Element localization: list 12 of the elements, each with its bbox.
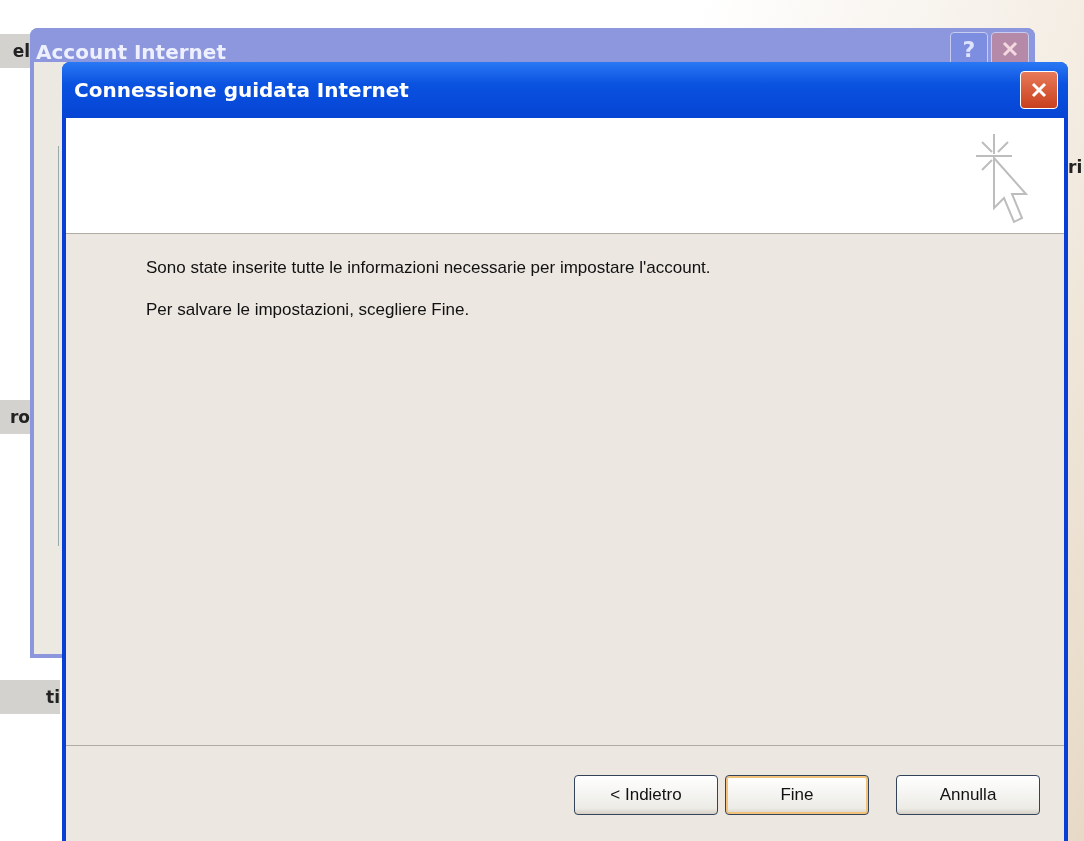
message-text: Per salvare le impostazioni, scegliere Fine. [146,300,471,320]
background-text: ri [1068,156,1084,179]
dialog-button[interactable]: Fine [725,775,869,815]
dialog-button[interactable]: < Indietro [574,775,718,815]
window-title: Connessione guidata Internet [74,78,409,102]
close-icon [1000,39,1020,59]
window-title: Account Internet [36,39,226,64]
background-text: el [0,34,30,68]
background-text: ro [0,400,30,434]
background-text: ti [0,680,60,714]
dialog-button[interactable]: Annulla [896,775,1040,815]
message-text: Sono state inserite tutte le informazioni necessarie per impostare l'account. [146,258,712,278]
